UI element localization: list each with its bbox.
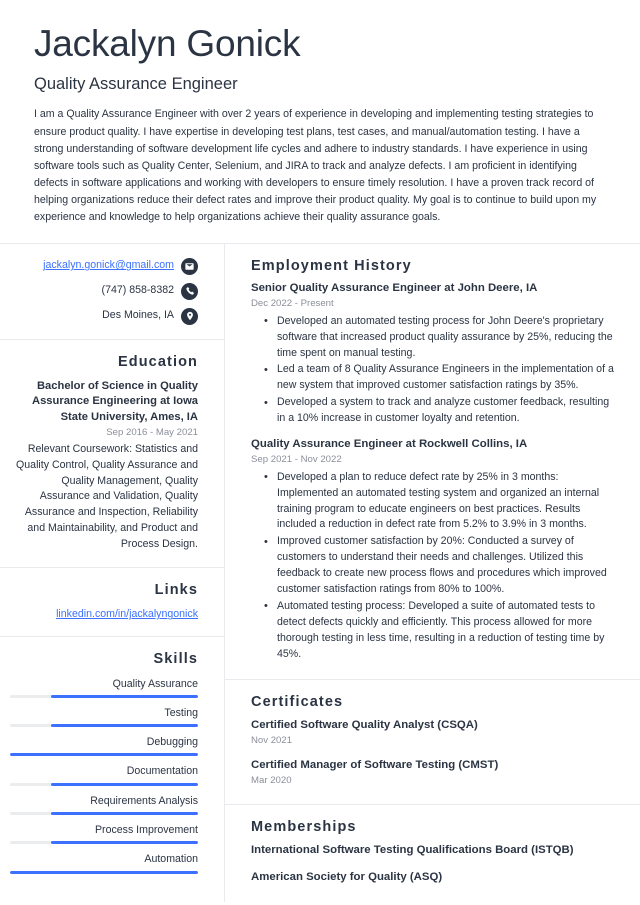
skill-item: Requirements Analysis [10,794,198,816]
sidebar: jackalyn.gonick@gmail.com (747) 858-8382 [0,243,225,902]
certificate-entry: Certified Software Quality Analyst (CSQA… [251,718,620,749]
skill-bar-track [10,724,198,728]
page-title: Jackalyn Gonick [34,23,301,64]
profile-summary: I am a Quality Assurance Engineer with o… [34,108,597,224]
certificates-heading: Certificates [251,694,344,711]
skill-label: Requirements Analysis [90,794,198,807]
certificate-entry: Certified Manager of Software Testing (C… [251,758,620,789]
skills-heading: Skills [153,651,198,668]
skill-item: Automation [10,852,198,874]
skill-label: Testing [164,706,198,719]
job-bullet: Developed a plan to reduce defect rate b… [264,469,620,534]
skill-bar-track [10,753,198,757]
skill-label: Documentation [126,765,198,778]
skill-label: Automation [144,853,198,866]
membership-item: International Software Testing Qualifica… [251,843,574,856]
skill-item: Quality Assurance [10,677,198,698]
employment-heading: Employment History [251,257,412,274]
skill-bar-track [10,812,198,816]
education-heading: Education [118,353,198,370]
links-section: Links linkedin.com/in/jackalyngonick [0,568,224,638]
contact-section: jackalyn.gonick@gmail.com (747) 858-8382 [0,244,224,340]
job-bullets: Developed an automated testing process f… [251,313,620,427]
skill-bar-fill [10,870,198,874]
skill-bar-fill [51,841,198,845]
job-dates: Sep 2021 - Nov 2022 [251,454,342,466]
skill-item: Documentation [10,764,198,786]
certificate-date: Nov 2021 [251,735,293,747]
skill-item: Debugging [10,735,198,757]
main-column: Employment History Senior Quality Assura… [225,244,640,902]
map-pin-icon [181,307,198,325]
job-entry: Senior Quality Assurance Engineer at Joh… [251,281,620,427]
job-role: Senior Quality Assurance Engineer at Joh… [251,281,538,294]
job-bullets: Developed a plan to reduce defect rate b… [251,469,620,663]
email-value[interactable]: jackalyn.gonick@gmail.com [43,259,174,273]
job-bullet: Automated testing process: Developed a s… [264,598,620,663]
skill-bar-fill [51,694,198,698]
certificate-name: Certified Manager of Software Testing (C… [251,758,499,771]
envelope-icon [181,257,198,275]
resume-body: jackalyn.gonick@gmail.com (747) 858-8382 [0,243,640,902]
certificate-date: Mar 2020 [251,775,292,787]
skill-item: Process Improvement [10,823,198,845]
skills-section: Skills Quality Assurance Testing Debuggi… [0,637,224,887]
education-degree: Bachelor of Science in Quality Assurance… [32,379,198,423]
certificate-name: Certified Software Quality Analyst (CSQA… [251,718,478,731]
job-entry: Quality Assurance Engineer at Rockwell C… [251,437,620,662]
phone-icon [181,282,198,300]
location-value: Des Moines, IA [102,309,174,322]
skill-bar-track [10,694,198,698]
certificates-section: Certificates Certified Software Quality … [225,680,640,806]
skill-bar-fill [51,812,198,816]
job-role: Quality Assurance Engineer at Rockwell C… [251,437,528,450]
memberships-heading: Memberships [251,819,357,836]
education-coursework: Relevant Coursework: Statistics and Qual… [16,442,198,551]
job-bullet: Developed an automated testing process f… [264,313,620,362]
skill-label: Quality Assurance [112,677,198,690]
education-dates: Sep 2016 - May 2021 [106,427,198,439]
skill-label: Debugging [146,736,198,749]
memberships-section: Memberships International Software Testi… [225,805,640,901]
membership-item: American Society for Quality (ASQ) [251,871,443,884]
links-heading: Links [154,581,198,598]
skill-bar-track [10,841,198,845]
education-section: Education Bachelor of Science in Quality… [0,340,224,568]
contact-email-row[interactable]: jackalyn.gonick@gmail.com [10,257,198,275]
resume-header: Jackalyn Gonick Quality Assurance Engine… [0,0,640,243]
link-linkedin[interactable]: linkedin.com/in/jackalyngonick [10,607,198,622]
job-bullet: Developed a system to track and analyze … [264,395,620,427]
phone-value: (747) 858-8382 [101,284,174,297]
job-dates: Dec 2022 - Present [251,298,334,310]
contact-location-row: Des Moines, IA [10,307,198,325]
skill-item: Testing [10,706,198,728]
employment-section: Employment History Senior Quality Assura… [225,244,640,681]
skill-label: Process Improvement [94,824,198,837]
skill-bar-fill [51,724,198,728]
job-title: Quality Assurance Engineer [34,74,238,93]
skill-bar-track [10,870,198,874]
job-bullet: Improved customer satisfaction by 20%: C… [264,534,620,598]
job-bullet: Led a team of 8 Quality Assurance Engine… [264,362,620,394]
skill-bar-fill [51,782,198,786]
skill-bar-track [10,782,198,786]
skill-bar-fill [10,753,198,757]
resume-page: Jackalyn Gonick Quality Assurance Engine… [0,0,640,905]
contact-phone-row: (747) 858-8382 [10,282,198,300]
